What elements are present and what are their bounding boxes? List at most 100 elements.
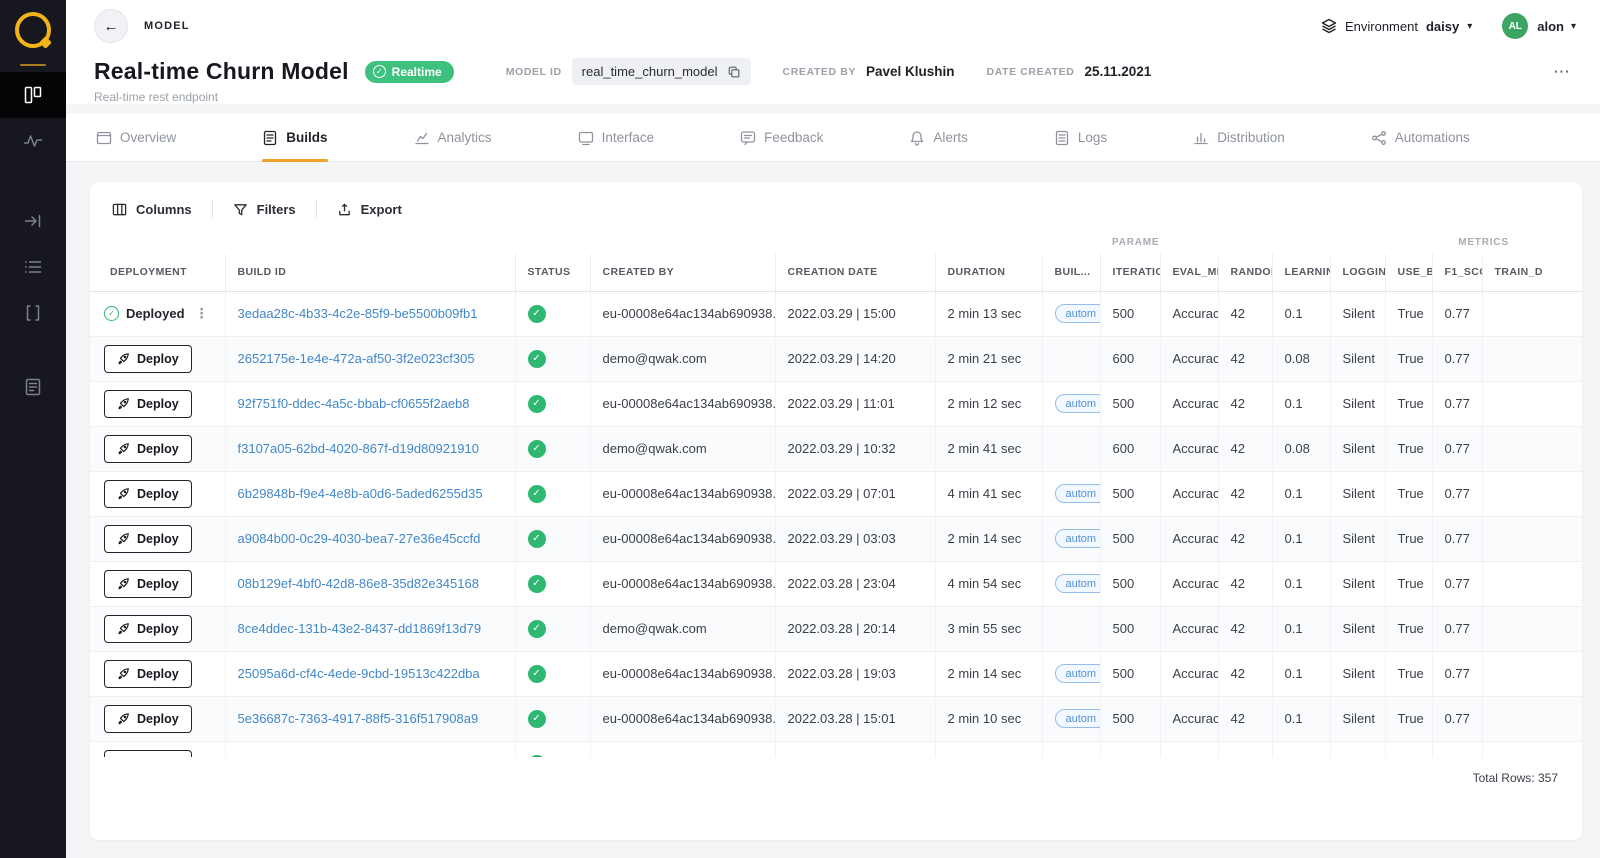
cell-learning: 0.1	[1272, 651, 1330, 696]
build-id-link[interactable]: 8ce4ddec-131b-43e2-8437-dd1869f13d79	[238, 621, 482, 636]
deploy-button[interactable]: Deploy	[104, 615, 192, 643]
cell-logging: Silent	[1330, 606, 1385, 651]
page-title: Real-time Churn Model	[94, 58, 349, 85]
deploy-button[interactable]: Deploy	[104, 480, 192, 508]
deploy-arrow-icon	[23, 211, 43, 231]
overview-icon	[96, 130, 112, 146]
cell-use-best: True	[1385, 336, 1432, 381]
cell-status	[515, 606, 590, 651]
deploy-button[interactable]: Deploy	[104, 750, 192, 758]
sidebar-item-api[interactable]	[0, 290, 66, 336]
col-deployment: DEPLOYMENT	[90, 254, 225, 291]
build-id-link[interactable]: 6b29848b-f9e4-4e8b-a0d6-5aded6255d35	[238, 486, 483, 501]
sidebar-item-activity[interactable]	[0, 118, 66, 164]
sidebar-item-builds-list[interactable]	[0, 244, 66, 290]
deploy-button[interactable]: Deploy	[104, 525, 192, 553]
cell-creation-date: 2022.03.29 | 11:01	[775, 381, 935, 426]
cell-random: 42	[1218, 381, 1272, 426]
layers-icon	[1321, 18, 1337, 34]
cell-eval-metric: Accuracy	[1160, 741, 1218, 757]
dashboard-icon	[23, 85, 43, 105]
created-by-label: CREATED BY	[783, 66, 856, 78]
tab-feedback[interactable]: Feedback	[740, 114, 823, 161]
cell-duration: 4 min 54 sec	[935, 561, 1042, 606]
cell-creation-date: 2022.03.29 | 03:03	[775, 516, 935, 561]
cell-build-id: 08b129ef-4bf0-42d8-86e8-35d82e345168	[225, 561, 515, 606]
build-id-link[interactable]: a9084b00-0c29-4030-bea7-27e36e45ccfd	[238, 531, 481, 546]
build-tag-chip: autom	[1055, 709, 1101, 728]
cell-deployment: Deploy Deploy	[90, 516, 225, 561]
deploy-button[interactable]: Deploy	[104, 390, 192, 418]
build-id-link[interactable]: 5e36687c-7363-4917-88f5-316f517908a9	[238, 711, 479, 726]
cell-deployment: Deploy Deploy	[90, 381, 225, 426]
deploy-button[interactable]: Deploy	[104, 570, 192, 598]
cell-train	[1482, 291, 1582, 336]
rocket-icon	[117, 577, 130, 590]
row-menu-icon[interactable]	[195, 305, 209, 322]
status-success-icon	[528, 440, 546, 458]
tab-label: Logs	[1078, 130, 1107, 145]
tab-interface[interactable]: Interface	[578, 114, 655, 161]
cell-learning: 0.1	[1272, 291, 1330, 336]
tab-automations[interactable]: Automations	[1371, 114, 1470, 161]
columns-button[interactable]: Columns	[110, 202, 212, 217]
copy-icon[interactable]	[727, 65, 741, 79]
build-id-link[interactable]: f3107a05-62bd-4020-867f-d19d80921910	[238, 441, 479, 456]
table-footer: Total Rows: 357	[90, 757, 1582, 840]
cell-build-id: 25095a6d-cf4c-4ede-9cbd-19513c422dba	[225, 651, 515, 696]
cell-duration: 2 min 13 sec	[935, 291, 1042, 336]
cell-iterations: 600	[1100, 741, 1160, 757]
sidebar-item-deployments[interactable]	[0, 198, 66, 244]
build-id-link[interactable]: 3edaa28c-4b33-4c2e-85f9-be5500b09fb1	[238, 306, 478, 321]
user-menu[interactable]: AL alon	[1502, 13, 1576, 39]
environment-label: Environment	[1345, 19, 1418, 34]
cell-status	[515, 516, 590, 561]
sidebar-item-docs[interactable]	[0, 364, 66, 410]
deploy-button[interactable]: Deploy	[104, 345, 192, 373]
builds-table-viewport[interactable]: PARAME METRICS DEPLOYMENT BUILD ID STATU…	[90, 230, 1582, 757]
sidebar-item-dashboard[interactable]	[0, 72, 66, 118]
qwak-logo-icon[interactable]	[15, 12, 51, 48]
build-id-link[interactable]: 25095a6d-cf4c-4ede-9cbd-19513c422dba	[238, 666, 480, 681]
build-id-link[interactable]: 2652175e-1e4e-472a-af50-3f2e023cf305	[238, 351, 475, 366]
cell-f1-score: 0.77	[1432, 651, 1482, 696]
cell-learning: 0.1	[1272, 471, 1330, 516]
back-button[interactable]	[94, 9, 128, 43]
more-options-button[interactable]	[1553, 62, 1570, 82]
tab-builds[interactable]: Builds	[262, 114, 327, 161]
cell-use-best: True	[1385, 381, 1432, 426]
col-iterations: ITERATIO	[1100, 254, 1160, 291]
filters-button[interactable]: Filters	[213, 202, 316, 217]
tab-analytics[interactable]: Analytics	[414, 114, 492, 161]
cell-train	[1482, 516, 1582, 561]
filter-icon	[233, 202, 248, 217]
deploy-button[interactable]: Deploy	[104, 660, 192, 688]
build-id-link[interactable]: 92f751f0-ddec-4a5c-bbab-cf0655f2aeb8	[238, 396, 470, 411]
environment-selector[interactable]: Environment daisy	[1321, 18, 1472, 34]
cell-iterations: 600	[1100, 336, 1160, 381]
tab-logs[interactable]: Logs	[1054, 114, 1107, 161]
cell-creation-date: 2022.03.28 | 23:04	[775, 561, 935, 606]
tab-distribution[interactable]: Distribution	[1193, 114, 1285, 161]
cell-use-best: True	[1385, 696, 1432, 741]
tab-overview[interactable]: Overview	[96, 114, 176, 161]
cell-learning: 0.08	[1272, 741, 1330, 757]
cell-build-tag	[1042, 741, 1100, 757]
col-logging: LOGGING	[1330, 254, 1385, 291]
cell-train	[1482, 651, 1582, 696]
app-root: MODEL Environment daisy AL alon Real-tim…	[0, 0, 1600, 858]
cell-f1-score: 0.77	[1432, 426, 1482, 471]
deploy-button[interactable]: Deploy	[104, 705, 192, 733]
export-button[interactable]: Export	[317, 202, 422, 217]
analytics-icon	[414, 130, 430, 146]
tab-alerts[interactable]: Alerts	[909, 114, 968, 161]
cell-duration: 2 min 10 sec	[935, 696, 1042, 741]
deploy-button[interactable]: Deploy	[104, 435, 192, 463]
cell-use-best: True	[1385, 606, 1432, 651]
sidebar	[0, 0, 66, 858]
cell-created-by: eu-00008e64ac134ab690938...	[590, 291, 775, 336]
build-id-link[interactable]: 08b129ef-4bf0-42d8-86e8-35d82e345168	[238, 576, 479, 591]
cell-status	[515, 471, 590, 516]
status-success-icon	[528, 485, 546, 503]
table-row: Deploy Deploy 25095a6d-cf4c-4ede-9cbd-19…	[90, 651, 1582, 696]
